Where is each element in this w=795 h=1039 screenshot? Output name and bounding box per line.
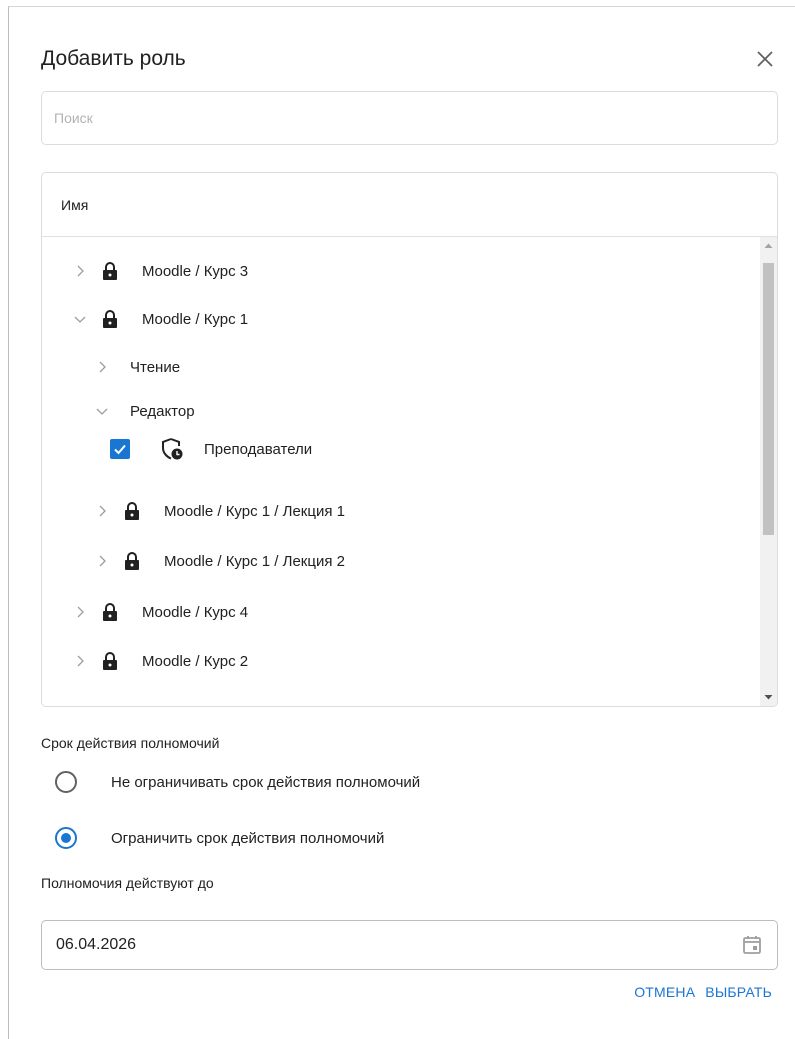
lock-icon: [125, 552, 139, 570]
tree-row-label: Moodle / Курс 1 / Лекция 1: [164, 502, 345, 520]
chevron-down-icon[interactable]: [94, 403, 110, 419]
chevron-right-icon[interactable]: [72, 263, 88, 279]
cancel-button[interactable]: ОТМЕНА: [634, 984, 695, 1000]
lock-icon: [103, 310, 117, 328]
tree-row-editor[interactable]: Редактор: [94, 393, 195, 429]
radio-no-limit-control[interactable]: [55, 771, 77, 793]
chevron-right-icon[interactable]: [72, 653, 88, 669]
lock-icon: [103, 262, 117, 280]
lock-icon: [125, 502, 139, 520]
dialog-actions: ОТМЕНА ВЫБРАТЬ: [634, 984, 772, 1000]
radio-no-limit-label: Не ограничивать срок действия полномочий: [111, 773, 421, 791]
validity-section-label: Срок действия полномочий: [41, 735, 220, 751]
tree-row-teachers[interactable]: Преподаватели: [110, 431, 312, 467]
tree-scrollbar[interactable]: [760, 237, 777, 706]
clipped-row-icon: [102, 697, 118, 706]
valid-until-label: Полномочия действуют до: [41, 875, 214, 891]
close-icon: [757, 51, 773, 67]
radio-limit-label: Ограничить срок действия полномочий: [111, 829, 385, 847]
tree-row-label: Редактор: [130, 402, 195, 420]
check-icon: [114, 444, 126, 455]
teachers-checkbox[interactable]: [110, 439, 130, 459]
search-input[interactable]: [41, 91, 778, 145]
tree-row-label: Moodle / Курс 1 / Лекция 2: [164, 552, 345, 570]
chevron-right-icon[interactable]: [72, 604, 88, 620]
calendar-icon[interactable]: [741, 934, 763, 956]
scroll-thumb[interactable]: [763, 263, 774, 535]
scroll-up-arrow-icon[interactable]: [760, 237, 777, 254]
tree-row-label: Чтение: [130, 358, 181, 376]
radio-limit-control[interactable]: [55, 827, 77, 849]
radio-no-limit[interactable]: Не ограничивать срок действия полномочий: [55, 771, 420, 793]
chevron-down-icon[interactable]: [72, 311, 88, 327]
scroll-down-arrow-icon[interactable]: [760, 689, 777, 706]
chevron-right-icon[interactable]: [94, 359, 110, 375]
role-tree-panel: Имя Moodle / Курс 3 Moodle / Курс 1 Чтен…: [41, 172, 778, 707]
tree-row-lecture-2[interactable]: Moodle / Курс 1 / Лекция 2: [94, 543, 345, 579]
tree-row-label: Moodle / Курс 2: [142, 652, 249, 670]
tree-column-header: Имя: [42, 173, 777, 237]
select-button[interactable]: ВЫБРАТЬ: [705, 984, 772, 1000]
tree-row-label: Moodle / Курс 4: [142, 603, 249, 621]
lock-icon: [103, 652, 117, 670]
tree-row-lecture-1[interactable]: Moodle / Курс 1 / Лекция 1: [94, 493, 345, 529]
chevron-right-icon[interactable]: [94, 553, 110, 569]
tree-row-course-2[interactable]: Moodle / Курс 2: [72, 643, 248, 679]
tree-row-label: Moodle / Курс 1: [142, 310, 249, 328]
role-tree: Moodle / Курс 3 Moodle / Курс 1 Чтение Р…: [42, 237, 777, 706]
date-value: 06.04.2026: [56, 936, 137, 953]
lock-icon: [103, 603, 117, 621]
tree-row-course-4[interactable]: Moodle / Курс 4: [72, 594, 248, 630]
tree-row-clipped: [72, 689, 118, 706]
shield-clock-icon: [162, 438, 183, 460]
tree-row-course-3[interactable]: Moodle / Курс 3: [72, 253, 248, 289]
add-role-dialog: Добавить роль Имя Moodle / Курс 3 Moodle…: [8, 6, 795, 1039]
radio-limit[interactable]: Ограничить срок действия полномочий: [55, 827, 384, 849]
tree-row-label: Преподаватели: [204, 440, 313, 458]
tree-row-course-1[interactable]: Moodle / Курс 1: [72, 301, 248, 337]
valid-until-date-field[interactable]: 06.04.2026: [41, 920, 778, 970]
close-button[interactable]: [753, 47, 777, 71]
dialog-title: Добавить роль: [41, 47, 186, 70]
tree-row-reading[interactable]: Чтение: [94, 349, 180, 385]
chevron-right-icon[interactable]: [94, 503, 110, 519]
tree-row-label: Moodle / Курс 3: [142, 262, 249, 280]
